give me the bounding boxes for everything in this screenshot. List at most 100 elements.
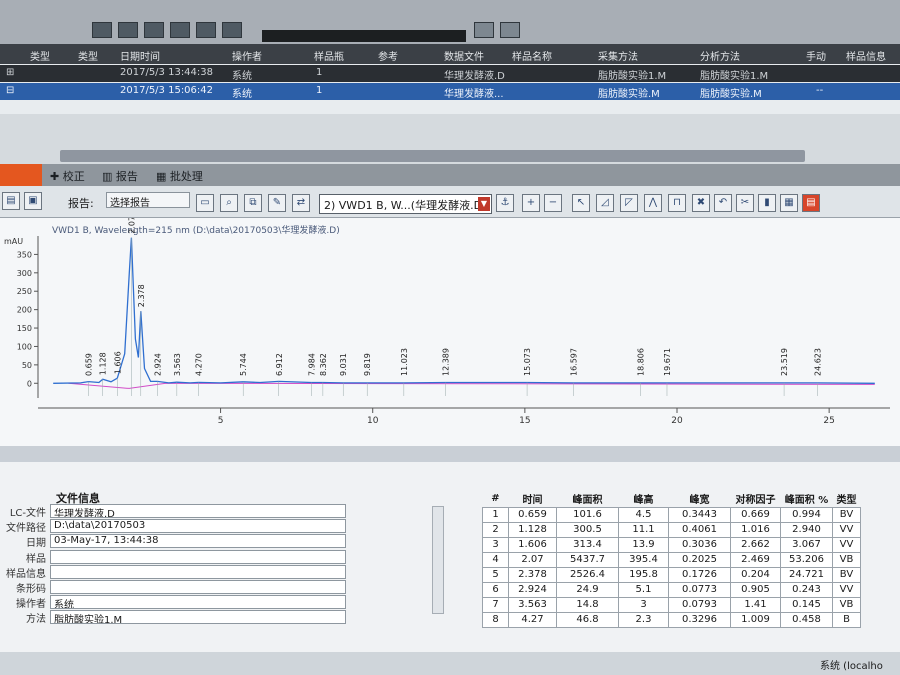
table-row[interactable]: 2 1.128 300.5 11.1 0.4061 1.016 2.940 VV — [482, 521, 861, 538]
table-row[interactable]: 6 2.924 24.9 5.1 0.0773 0.905 0.243 VV — [482, 581, 861, 598]
zoom-in-icon[interactable]: + — [522, 194, 540, 212]
chart-icon[interactable]: ▮ — [758, 194, 776, 212]
peak-col-header[interactable]: 峰宽 — [668, 490, 731, 507]
x-tick-label: 25 — [823, 416, 834, 426]
row-expand-icon[interactable]: ⊟ — [6, 85, 14, 96]
peak-label: 2.924 — [153, 353, 162, 376]
table-row[interactable]: 3 1.606 313.4 13.9 0.3036 2.662 3.067 VV — [482, 536, 861, 553]
peak-cell: 2.378 — [508, 566, 557, 583]
peak-col-header[interactable]: 时间 — [508, 490, 557, 507]
peak-col-header[interactable]: 峰面积 — [556, 490, 619, 507]
cell-operator: 系统 — [232, 89, 252, 100]
file-info-label: 样品信息 — [6, 568, 46, 580]
peak-col-header[interactable]: 类型 — [832, 490, 861, 507]
table-row[interactable]: ⊞ 2017/5/3 13:44:38 系统 1 华理发酵液.D 脂肪酸实验1.… — [0, 65, 900, 82]
last-icon[interactable] — [170, 22, 190, 38]
table-row[interactable]: 4 2.07 5437.7 395.4 0.2025 2.469 53.206 VB — [482, 551, 861, 568]
peak-label: 11.023 — [400, 348, 409, 376]
peak-col-header[interactable]: 峰面积 % — [780, 490, 833, 507]
file-info-row: LC-文件 华理发酵液.D — [0, 504, 444, 519]
pointer-icon[interactable]: ↖ — [572, 194, 590, 212]
play-icon[interactable] — [196, 22, 216, 38]
chromatogram-chart[interactable]: mAU 0 50 100 150 200 250 300 350 5 10 15 20 25 0.659 1.… — [0, 218, 900, 446]
open-icon[interactable]: ▭ — [196, 194, 214, 212]
peak-cell: 0.3036 — [668, 536, 731, 553]
print-icon[interactable]: ▤ — [2, 192, 20, 210]
peak-cell: 11.1 — [618, 521, 669, 538]
file-info-row: 操作者 系统 — [0, 595, 444, 610]
report-select[interactable]: 选择报告 — [106, 192, 190, 209]
col-operator: 操作者 — [232, 52, 262, 63]
col-reference: 参考 — [378, 52, 398, 63]
x-tick-label: 15 — [519, 416, 530, 426]
peak-label: 1.128 — [99, 352, 108, 375]
signal-select[interactable]: 2) VWD1 B, W...(华理发酵液.D) — [319, 194, 492, 214]
export-icon[interactable] — [474, 22, 494, 38]
cell-operator: 系统 — [232, 71, 252, 82]
peak-col-header[interactable]: # — [482, 490, 509, 507]
signal-file: (华理发酵液.D) — [410, 199, 487, 212]
col-acq-method: 采集方法 — [598, 52, 638, 63]
cell-acq-method: 脂肪酸实验1.M — [598, 71, 667, 82]
peak-label: 12.389 — [441, 348, 450, 376]
tab-batch[interactable]: ▦ 批处理 — [156, 168, 203, 184]
table-row[interactable]: 1 0.659 101.6 4.5 0.3443 0.669 0.994 BV — [482, 506, 861, 523]
horizontal-scrollbar[interactable] — [60, 150, 805, 162]
pause-icon[interactable] — [222, 22, 242, 38]
tab-report[interactable]: ▥ 报告 — [102, 168, 138, 184]
cell-ana-method: 脂肪酸实验.M — [700, 89, 762, 100]
status-bar — [0, 652, 900, 675]
peak-label: 3.563 — [173, 353, 182, 376]
batch-icon: ▦ — [156, 170, 170, 183]
delete-peak-icon[interactable]: ✖ — [692, 194, 710, 212]
chevron-down-icon[interactable]: ▼ — [478, 197, 490, 211]
tools-icon[interactable]: ✂ — [736, 194, 754, 212]
transfer-icon[interactable]: ⇄ — [292, 194, 310, 212]
next-icon[interactable] — [144, 22, 164, 38]
file-info-row: 条形码 — [0, 580, 444, 595]
preview-icon[interactable]: ▣ — [24, 192, 42, 210]
table-row[interactable]: 5 2.378 2526.4 195.8 0.1726 0.204 24.721 BV — [482, 566, 861, 583]
peak-cell: 5 — [482, 566, 509, 583]
peak-cell: 2.662 — [730, 536, 781, 553]
integrate-icon[interactable]: ◸ — [620, 194, 638, 212]
top-toolbar — [0, 0, 900, 44]
peak-cell: 0.145 — [780, 596, 833, 613]
file-info-scrollbar[interactable] — [432, 506, 444, 614]
report-icon: ▥ — [102, 170, 116, 183]
split-peak-icon[interactable]: ⋀ — [644, 194, 662, 212]
cell-datetime: 2017/5/3 15:06:42 — [120, 85, 214, 96]
peak-cell: 1.128 — [508, 521, 557, 538]
table-row[interactable]: 8 4.27 46.8 2.3 0.3296 1.009 0.458 B — [482, 611, 861, 628]
data-analysis-tab[interactable] — [0, 164, 42, 186]
first-icon[interactable] — [92, 22, 112, 38]
anchor-icon[interactable]: ⚓ — [496, 194, 514, 212]
peak-cell: 2 — [482, 521, 509, 538]
x-tick-label: 10 — [367, 416, 379, 426]
search-icon[interactable]: ⌕ — [220, 194, 238, 212]
save-icon[interactable]: ▦ — [780, 194, 798, 212]
copy-icon[interactable]: ⧉ — [244, 194, 262, 212]
cell-vial: 1 — [316, 85, 323, 96]
undo-icon[interactable]: ↶ — [714, 194, 732, 212]
drop-line-icon[interactable]: ⊓ — [668, 194, 686, 212]
file-info-label: 文件路径 — [6, 523, 46, 535]
row-expand-icon[interactable]: ⊞ — [6, 67, 14, 78]
peak-col-header[interactable]: 峰高 — [618, 490, 669, 507]
prev-icon[interactable] — [118, 22, 138, 38]
peak-col-header[interactable]: 对称因子 — [730, 490, 781, 507]
report-icon[interactable]: ▤ — [802, 194, 820, 212]
file-info-label: 日期 — [26, 538, 46, 550]
settings-icon[interactable] — [500, 22, 520, 38]
edit-icon[interactable]: ✎ — [268, 194, 286, 212]
tab-calibration[interactable]: ✚ 校正 — [50, 168, 85, 184]
peak-cell: 395.4 — [618, 551, 669, 568]
baseline-icon[interactable]: ◿ — [596, 194, 614, 212]
peak-cell: 0.243 — [780, 581, 833, 598]
tab-label: 报告 — [115, 170, 138, 183]
file-info-row: 样品信息 — [0, 564, 444, 580]
zoom-out-icon[interactable]: − — [544, 194, 562, 212]
peak-cell: 7 — [482, 596, 509, 613]
table-row[interactable]: ⊟ 2017/5/3 15:06:42 系统 1 华理发酵液... 脂肪酸实验.… — [0, 83, 900, 100]
table-row[interactable]: 7 3.563 14.8 3 0.0793 1.41 0.145 VB — [482, 596, 861, 613]
